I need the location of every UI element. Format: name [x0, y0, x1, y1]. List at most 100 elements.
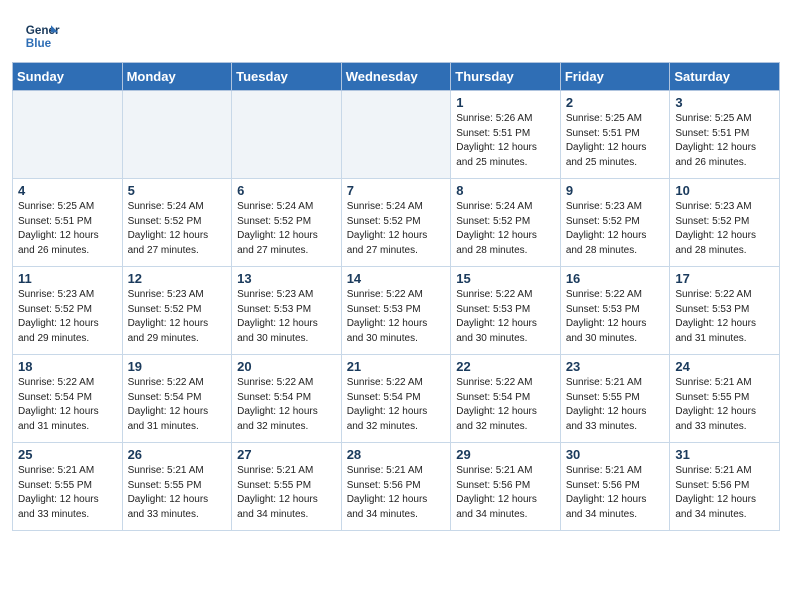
- day-info: Sunrise: 5:23 AMSunset: 5:52 PMDaylight:…: [128, 288, 227, 346]
- day-cell-9: 9Sunrise: 5:23 AMSunset: 5:52 PMDaylight…: [560, 179, 670, 267]
- day-info: Sunrise: 5:21 AMSunset: 5:56 PMDaylight:…: [566, 464, 665, 522]
- week-row-2: 4 Sunrise: 5:25 AMSunset: 5:51 PMDaylight…: [13, 179, 780, 267]
- day-number: 10: [675, 183, 774, 198]
- day-info: Sunrise: 5:21 AMSunset: 5:55 PMDaylight:…: [128, 464, 227, 522]
- logo-icon: General Blue: [24, 18, 60, 54]
- day-info: Sunrise: 5:23 AMSunset: 5:53 PMDaylight:…: [237, 288, 336, 346]
- page-header: General Blue: [0, 0, 792, 62]
- day-number: 12: [128, 271, 227, 286]
- day-info: Sunrise: 5:25 AMSunset: 5:51 PMDaylight:…: [675, 112, 774, 170]
- day-cell-7: 7 Sunrise: 5:24 AMSunset: 5:52 PMDaylight…: [341, 179, 451, 267]
- day-info: Sunrise: 5:22 AMSunset: 5:53 PMDaylight:…: [347, 288, 446, 346]
- day-number: 5: [128, 183, 227, 198]
- week-row-4: 18 Sunrise: 5:22 AMSunset: 5:54 PMDayligh…: [13, 355, 780, 443]
- empty-cell: [232, 91, 342, 179]
- day-number: 15: [456, 271, 555, 286]
- day-cell-13: 13Sunrise: 5:23 AMSunset: 5:53 PMDayligh…: [232, 267, 342, 355]
- day-number: 19: [128, 359, 227, 374]
- day-number: 18: [18, 359, 117, 374]
- day-info: Sunrise: 5:21 AMSunset: 5:56 PMDaylight:…: [456, 464, 555, 522]
- day-info: Sunrise: 5:21 AMSunset: 5:55 PMDaylight:…: [675, 376, 774, 434]
- day-cell-20: 20Sunrise: 5:22 AMSunset: 5:54 PMDayligh…: [232, 355, 342, 443]
- days-header-row: SundayMondayTuesdayWednesdayThursdayFrid…: [13, 63, 780, 91]
- day-cell-3: 3 Sunrise: 5:25 AMSunset: 5:51 PMDaylight…: [670, 91, 780, 179]
- day-header-tuesday: Tuesday: [232, 63, 342, 91]
- day-cell-18: 18 Sunrise: 5:22 AMSunset: 5:54 PMDayligh…: [13, 355, 123, 443]
- day-cell-4: 4 Sunrise: 5:25 AMSunset: 5:51 PMDaylight…: [13, 179, 123, 267]
- day-header-wednesday: Wednesday: [341, 63, 451, 91]
- day-info: Sunrise: 5:22 AMSunset: 5:54 PMDaylight:…: [18, 376, 117, 434]
- day-number: 25: [18, 447, 117, 462]
- day-cell-22: 22 Sunrise: 5:22 AMSunset: 5:54 PMDayligh…: [451, 355, 561, 443]
- calendar-table: SundayMondayTuesdayWednesdayThursdayFrid…: [12, 62, 780, 531]
- day-info: Sunrise: 5:21 AMSunset: 5:56 PMDaylight:…: [675, 464, 774, 522]
- day-number: 4: [18, 183, 117, 198]
- day-cell-27: 27 Sunrise: 5:21 AMSunset: 5:55 PMDayligh…: [232, 443, 342, 531]
- day-info: Sunrise: 5:21 AMSunset: 5:55 PMDaylight:…: [566, 376, 665, 434]
- day-cell-30: 30 Sunrise: 5:21 AMSunset: 5:56 PMDayligh…: [560, 443, 670, 531]
- day-cell-26: 26 Sunrise: 5:21 AMSunset: 5:55 PMDayligh…: [122, 443, 232, 531]
- day-info: Sunrise: 5:21 AMSunset: 5:56 PMDaylight:…: [347, 464, 446, 522]
- day-number: 17: [675, 271, 774, 286]
- day-info: Sunrise: 5:21 AMSunset: 5:55 PMDaylight:…: [237, 464, 336, 522]
- day-number: 3: [675, 95, 774, 110]
- day-number: 8: [456, 183, 555, 198]
- day-cell-28: 28 Sunrise: 5:21 AMSunset: 5:56 PMDayligh…: [341, 443, 451, 531]
- day-number: 20: [237, 359, 336, 374]
- week-row-3: 11 Sunrise: 5:23 AMSunset: 5:52 PMDayligh…: [13, 267, 780, 355]
- day-cell-16: 16 Sunrise: 5:22 AMSunset: 5:53 PMDayligh…: [560, 267, 670, 355]
- day-cell-10: 10 Sunrise: 5:23 AMSunset: 5:52 PMDayligh…: [670, 179, 780, 267]
- calendar-wrapper: SundayMondayTuesdayWednesdayThursdayFrid…: [0, 62, 792, 543]
- day-number: 16: [566, 271, 665, 286]
- day-number: 24: [675, 359, 774, 374]
- day-header-friday: Friday: [560, 63, 670, 91]
- day-header-saturday: Saturday: [670, 63, 780, 91]
- day-number: 30: [566, 447, 665, 462]
- day-cell-12: 12 Sunrise: 5:23 AMSunset: 5:52 PMDayligh…: [122, 267, 232, 355]
- day-number: 2: [566, 95, 665, 110]
- day-info: Sunrise: 5:24 AMSunset: 5:52 PMDaylight:…: [237, 200, 336, 258]
- day-cell-24: 24 Sunrise: 5:21 AMSunset: 5:55 PMDayligh…: [670, 355, 780, 443]
- day-cell-31: 31 Sunrise: 5:21 AMSunset: 5:56 PMDayligh…: [670, 443, 780, 531]
- day-cell-11: 11Sunrise: 5:23 AMSunset: 5:52 PMDayligh…: [13, 267, 123, 355]
- day-number: 11: [18, 271, 117, 286]
- day-number: 1: [456, 95, 555, 110]
- day-cell-17: 17Sunrise: 5:22 AMSunset: 5:53 PMDayligh…: [670, 267, 780, 355]
- day-cell-19: 19 Sunrise: 5:22 AMSunset: 5:54 PMDayligh…: [122, 355, 232, 443]
- day-cell-29: 29 Sunrise: 5:21 AMSunset: 5:56 PMDayligh…: [451, 443, 561, 531]
- day-cell-6: 6Sunrise: 5:24 AMSunset: 5:52 PMDaylight…: [232, 179, 342, 267]
- day-info: Sunrise: 5:24 AMSunset: 5:52 PMDaylight:…: [128, 200, 227, 258]
- week-row-1: 1 Sunrise: 5:26 AMSunset: 5:51 PMDaylight…: [13, 91, 780, 179]
- day-info: Sunrise: 5:21 AMSunset: 5:55 PMDaylight:…: [18, 464, 117, 522]
- day-number: 22: [456, 359, 555, 374]
- day-cell-8: 8 Sunrise: 5:24 AMSunset: 5:52 PMDaylight…: [451, 179, 561, 267]
- day-cell-23: 23Sunrise: 5:21 AMSunset: 5:55 PMDayligh…: [560, 355, 670, 443]
- day-info: Sunrise: 5:22 AMSunset: 5:54 PMDaylight:…: [128, 376, 227, 434]
- day-number: 7: [347, 183, 446, 198]
- day-info: Sunrise: 5:24 AMSunset: 5:52 PMDaylight:…: [456, 200, 555, 258]
- day-number: 31: [675, 447, 774, 462]
- logo: General Blue: [24, 18, 60, 54]
- day-cell-5: 5 Sunrise: 5:24 AMSunset: 5:52 PMDaylight…: [122, 179, 232, 267]
- day-header-monday: Monday: [122, 63, 232, 91]
- day-info: Sunrise: 5:25 AMSunset: 5:51 PMDaylight:…: [18, 200, 117, 258]
- day-number: 9: [566, 183, 665, 198]
- day-number: 26: [128, 447, 227, 462]
- day-info: Sunrise: 5:26 AMSunset: 5:51 PMDaylight:…: [456, 112, 555, 170]
- day-number: 28: [347, 447, 446, 462]
- svg-text:Blue: Blue: [26, 37, 52, 50]
- day-number: 27: [237, 447, 336, 462]
- day-cell-21: 21 Sunrise: 5:22 AMSunset: 5:54 PMDayligh…: [341, 355, 451, 443]
- day-info: Sunrise: 5:22 AMSunset: 5:53 PMDaylight:…: [566, 288, 665, 346]
- day-number: 21: [347, 359, 446, 374]
- day-cell-1: 1 Sunrise: 5:26 AMSunset: 5:51 PMDaylight…: [451, 91, 561, 179]
- day-info: Sunrise: 5:22 AMSunset: 5:54 PMDaylight:…: [456, 376, 555, 434]
- empty-cell: [13, 91, 123, 179]
- day-number: 14: [347, 271, 446, 286]
- day-info: Sunrise: 5:23 AMSunset: 5:52 PMDaylight:…: [675, 200, 774, 258]
- day-info: Sunrise: 5:22 AMSunset: 5:54 PMDaylight:…: [347, 376, 446, 434]
- day-info: Sunrise: 5:24 AMSunset: 5:52 PMDaylight:…: [347, 200, 446, 258]
- day-number: 29: [456, 447, 555, 462]
- day-header-sunday: Sunday: [13, 63, 123, 91]
- day-info: Sunrise: 5:22 AMSunset: 5:53 PMDaylight:…: [456, 288, 555, 346]
